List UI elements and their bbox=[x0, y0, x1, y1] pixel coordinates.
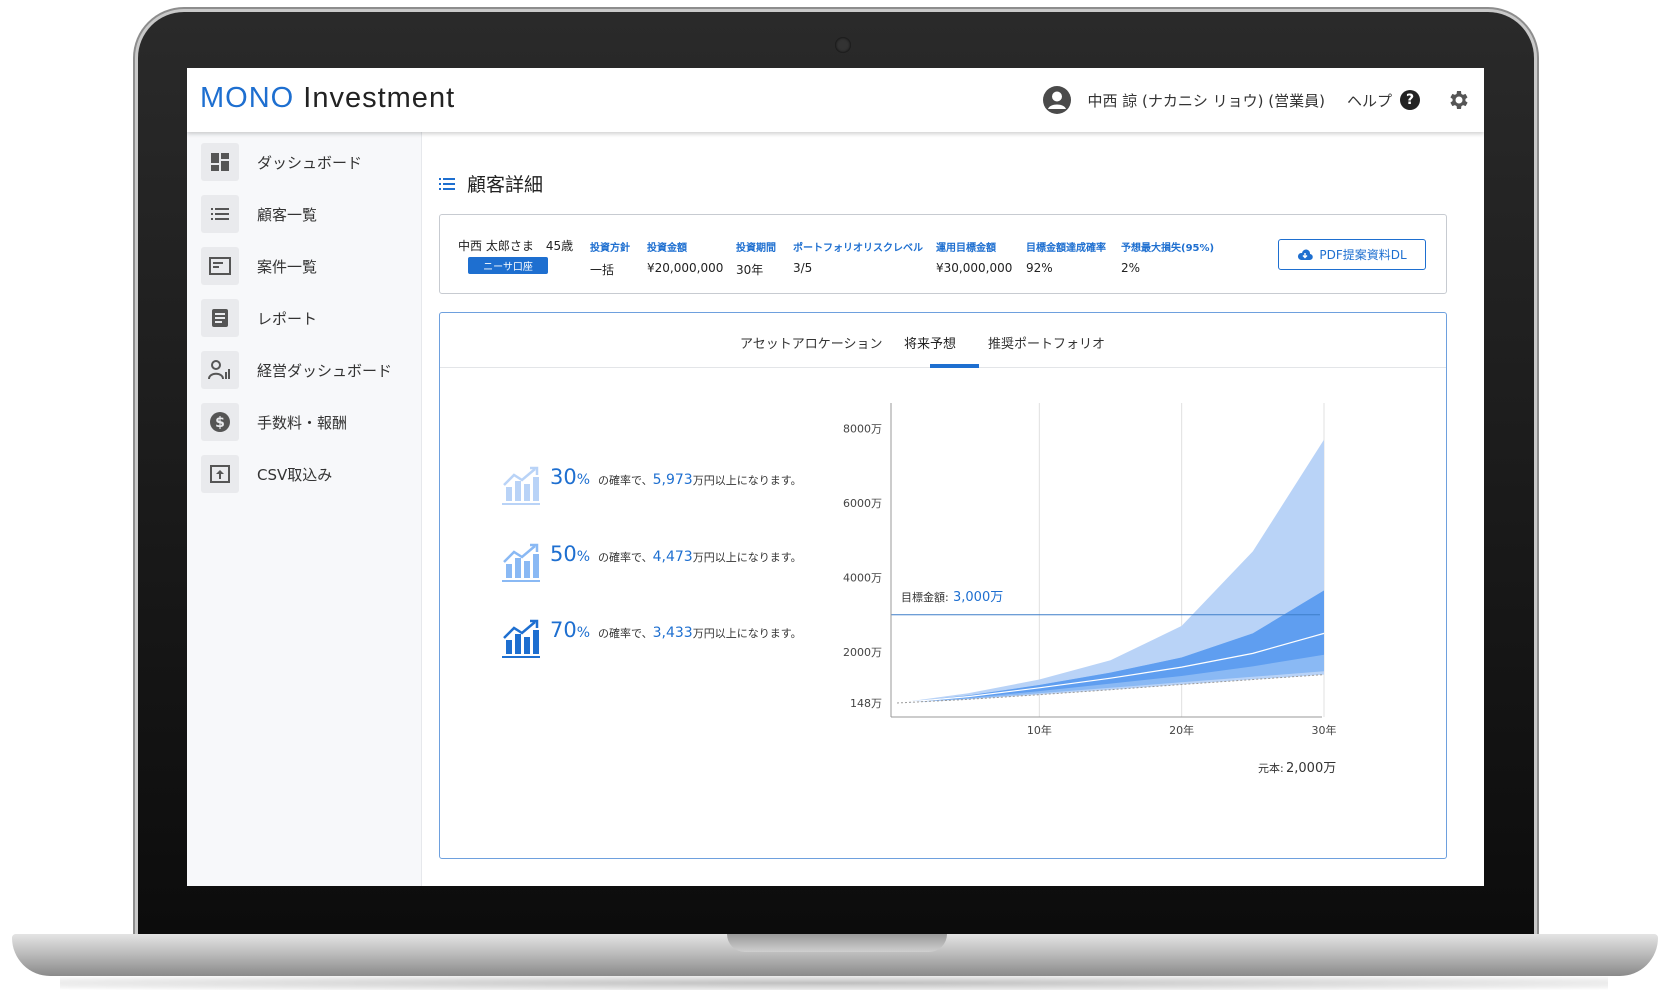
y-tick-label: 4000万 bbox=[843, 572, 882, 585]
stat-label: 投資方針 bbox=[590, 243, 630, 254]
cloud-download-icon bbox=[1298, 248, 1314, 260]
user-area: 中西 諒 (ナカニシ リョウ) (営業員) ヘルプ ? bbox=[1042, 68, 1485, 132]
page-title: 顧客詳細 bbox=[467, 174, 544, 196]
y-tick-label: 8000万 bbox=[843, 423, 882, 436]
stat-value: 30年 bbox=[736, 263, 764, 277]
svg-text:$: $ bbox=[215, 415, 225, 431]
sidebar-item-fees[interactable]: $ 手数料・報酬 bbox=[201, 402, 411, 442]
stat-max-loss: 予想最大損失(95%) 2% bbox=[1121, 239, 1214, 275]
stat-value: ¥30,000,000 bbox=[936, 261, 1013, 275]
logo-brand: MONO bbox=[200, 82, 295, 114]
y-tick-label: 2000万 bbox=[843, 646, 882, 659]
pdf-button-label: PDF提案資料DL bbox=[1319, 248, 1407, 262]
user-name[interactable]: 中西 諒 (ナカニシ リョウ) (営業員) bbox=[1088, 90, 1325, 111]
dashboard-icon bbox=[201, 143, 239, 181]
sidebar-item-dashboard[interactable]: ダッシュボード bbox=[201, 142, 411, 182]
help-label: ヘルプ bbox=[1346, 91, 1392, 110]
sidebar-item-projects[interactable]: 案件一覧 bbox=[201, 246, 411, 286]
forecast-card: アセットアロケーション 将来予想 推奨ポートフォリオ 30 % の確率で、 5,… bbox=[439, 312, 1447, 859]
page-title-row: 顧客詳細 bbox=[439, 170, 543, 197]
logo-product: Investment bbox=[303, 82, 456, 114]
stat-label: 目標金額達成確率 bbox=[1026, 243, 1106, 254]
principal-value-label: 2,000万 bbox=[1286, 761, 1336, 776]
stat-label: 予想最大損失(95%) bbox=[1121, 243, 1215, 254]
laptop-shadow bbox=[60, 976, 1608, 990]
y-tick-label: 6000万 bbox=[843, 497, 882, 510]
help-icon: ? bbox=[1400, 90, 1420, 110]
management-icon bbox=[201, 351, 239, 389]
help-link[interactable]: ヘルプ ? bbox=[1347, 90, 1420, 111]
sidebar-item-label: レポート bbox=[257, 309, 318, 328]
stat-value: ¥20,000,000 bbox=[647, 261, 724, 275]
dollar-icon: $ bbox=[201, 403, 239, 441]
user-avatar-icon[interactable] bbox=[1042, 85, 1072, 115]
report-icon bbox=[201, 299, 239, 337]
customer-summary-card: 中西 太郎さま 45歳 ニーサ口座 投資方針 一括 投資金額 ¥20,000,0… bbox=[439, 214, 1447, 294]
sidebar-item-label: 顧客一覧 bbox=[257, 205, 318, 224]
stat-label: 運用目標金額 bbox=[936, 243, 996, 254]
stat-value: 一括 bbox=[590, 263, 615, 277]
sidebar-item-label: ダッシュボード bbox=[257, 153, 363, 172]
sidebar-item-label: 手数料・報酬 bbox=[257, 413, 348, 432]
sidebar-item-label: 経営ダッシュボード bbox=[257, 361, 393, 380]
sidebar-item-label: 案件一覧 bbox=[257, 257, 318, 276]
stat-risk-level: ポートフォリオリスクレベル 3/5 bbox=[793, 239, 923, 275]
stat-label: 投資期間 bbox=[736, 243, 776, 254]
stat-label: 投資金額 bbox=[647, 243, 687, 254]
app-screen: MONO Investment 中西 諒 (ナカニシ リョウ) (営業員) ヘル… bbox=[187, 68, 1484, 886]
forecast-chart: 148万 2000万 4000万 6000万 8000万 10年 20年 30年 目標金額: 3,… bbox=[843, 403, 1337, 776]
sidebar-item-label: CSV取込み bbox=[257, 465, 333, 484]
stat-investment-amount: 投資金額 ¥20,000,000 bbox=[647, 239, 723, 275]
laptop-notch bbox=[727, 934, 947, 952]
chart-bands bbox=[891, 439, 1325, 704]
camera-icon bbox=[835, 37, 851, 53]
y-tick-label: 148万 bbox=[850, 697, 882, 710]
pdf-download-button[interactable]: PDF提案資料DL bbox=[1278, 239, 1426, 270]
principal-label: 元本: bbox=[1258, 761, 1284, 775]
sidebar-item-report[interactable]: レポート bbox=[201, 298, 411, 338]
stat-value: 3/5 bbox=[793, 261, 813, 275]
app-header: MONO Investment 中西 諒 (ナカニシ リョウ) (営業員) ヘル… bbox=[187, 68, 1484, 132]
stat-achievement-probability: 目標金額達成確率 92% bbox=[1026, 239, 1106, 275]
folder-icon bbox=[201, 247, 239, 285]
nisa-badge: ニーサ口座 bbox=[468, 257, 548, 274]
customer-name: 中西 太郎さま 45歳 bbox=[458, 239, 574, 253]
sidebar: ダッシュボード 顧客一覧 案件一覧 レポート 経営ダッシュボード $ 手数料・報… bbox=[187, 132, 422, 886]
x-tick-label: 30年 bbox=[1312, 723, 1337, 737]
upload-icon bbox=[201, 455, 239, 493]
sidebar-item-management-dashboard[interactable]: 経営ダッシュボード bbox=[201, 350, 411, 390]
list-icon bbox=[439, 177, 455, 190]
list-icon bbox=[201, 195, 239, 233]
sidebar-item-customers[interactable]: 顧客一覧 bbox=[201, 194, 411, 234]
stat-value: 92% bbox=[1026, 261, 1053, 275]
stat-label: ポートフォリオリスクレベル bbox=[793, 243, 923, 254]
sidebar-item-csv-import[interactable]: CSV取込み bbox=[201, 454, 411, 494]
x-tick-label: 10年 bbox=[1027, 723, 1052, 737]
target-label: 目標金額: bbox=[901, 590, 949, 604]
x-tick-label: 20年 bbox=[1169, 723, 1194, 737]
stat-investment-policy: 投資方針 一括 bbox=[590, 239, 630, 278]
stat-investment-period: 投資期間 30年 bbox=[736, 239, 776, 278]
gear-icon[interactable] bbox=[1446, 88, 1470, 112]
app-logo[interactable]: MONO Investment bbox=[200, 82, 455, 115]
stat-value: 2% bbox=[1121, 261, 1141, 275]
target-value-label: 3,000万 bbox=[953, 590, 1003, 605]
main-content: 顧客詳細 中西 太郎さま 45歳 ニーサ口座 投資方針 一括 投資金額 ¥20,… bbox=[423, 132, 1484, 886]
stat-target-amount: 運用目標金額 ¥30,000,000 bbox=[936, 239, 1012, 275]
